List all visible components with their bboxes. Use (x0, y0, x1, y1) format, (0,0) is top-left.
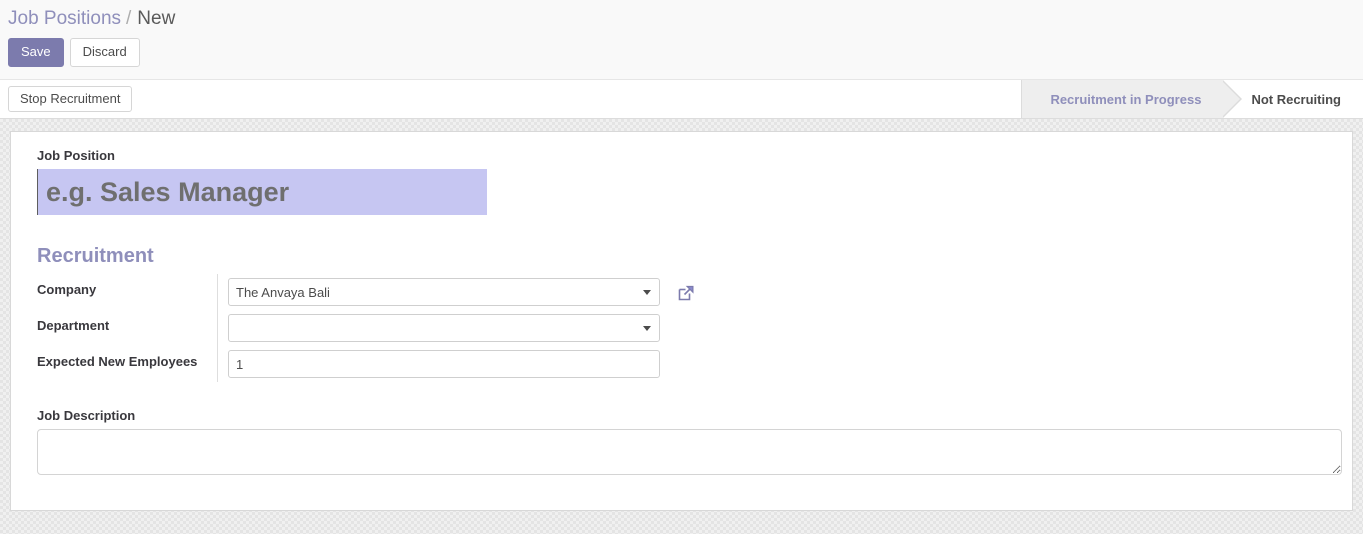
department-input[interactable] (228, 314, 660, 342)
recruitment-fields-table: Company The Anvaya Bali Department Expec… (37, 274, 696, 382)
status-bar: Stop Recruitment Recruitment in Progress… (0, 80, 1363, 119)
external-link-icon[interactable] (676, 283, 696, 306)
job-description-textarea[interactable] (37, 429, 1342, 475)
company-field-row: Company (37, 274, 696, 310)
form-background: Job Position Recruitment Company (0, 119, 1363, 534)
status-pipeline: Recruitment in Progress Not Recruiting (1021, 80, 1363, 118)
status-stage-not-recruiting[interactable]: Not Recruiting (1223, 80, 1363, 118)
expected-new-employees-input[interactable] (228, 350, 660, 378)
department-select-wrapper (228, 314, 660, 342)
breadcrumb: Job Positions / New (0, 0, 1363, 31)
status-stage-label: Recruitment in Progress (1050, 91, 1202, 107)
job-position-label: Job Position (37, 148, 115, 163)
stage-arrow-fill-icon (1221, 80, 1241, 118)
status-stage-label: Not Recruiting (1251, 91, 1341, 107)
department-label: Department (37, 310, 218, 346)
breadcrumb-separator: / (126, 8, 132, 29)
recruitment-section-title: Recruitment (37, 245, 154, 267)
department-field-row: Department (37, 310, 696, 346)
save-button[interactable]: Save (8, 38, 64, 67)
company-select-wrapper (228, 278, 660, 306)
record-action-buttons: Save Discard (0, 31, 1363, 67)
discard-button[interactable]: Discard (69, 38, 140, 67)
breadcrumb-current: New (137, 8, 176, 29)
breadcrumb-parent-link[interactable]: Job Positions (8, 8, 121, 29)
expected-new-employees-label: Expected New Employees (37, 346, 218, 382)
control-panel: Job Positions / New Save Discard (0, 0, 1363, 80)
form-sheet: Job Position Recruitment Company (10, 131, 1353, 511)
stop-recruitment-button[interactable]: Stop Recruitment (8, 86, 133, 112)
company-label: Company (37, 274, 218, 310)
statusbar-buttons: Stop Recruitment (8, 86, 133, 112)
job-description-label: Job Description (37, 408, 136, 423)
status-stage-recruitment-in-progress[interactable]: Recruitment in Progress (1021, 80, 1243, 118)
job-position-input[interactable] (37, 169, 487, 215)
company-input[interactable] (228, 278, 660, 306)
expected-new-employees-field-row: Expected New Employees (37, 346, 696, 382)
